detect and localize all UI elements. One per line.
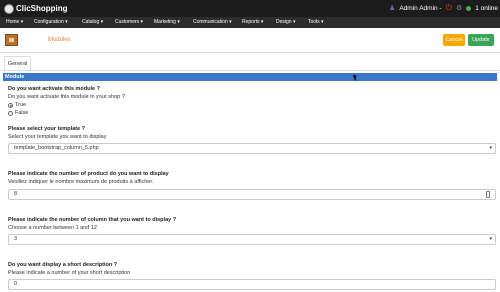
- products-input-value: 8: [14, 191, 18, 197]
- user-icon: ♟: [389, 5, 396, 12]
- calculator-icon: [486, 191, 490, 198]
- nav-catalog[interactable]: Catalog ▾: [82, 19, 103, 25]
- tab-divider: [0, 70, 500, 71]
- page-title: Modules: [48, 37, 71, 43]
- radio-unchecked-icon[interactable]: [8, 110, 13, 116]
- logo-icon: [4, 3, 14, 14]
- radio-false-label: False: [15, 110, 29, 116]
- activate-description: Do you want activate this module in your…: [8, 94, 125, 100]
- nav-reports[interactable]: Reports ▾: [242, 19, 263, 25]
- update-button[interactable]: Update: [468, 34, 494, 46]
- cancel-button[interactable]: Cancel: [443, 34, 465, 46]
- nav-marketing[interactable]: Marketing ▾: [154, 19, 180, 25]
- products-question: Please indicate the number of product do…: [8, 171, 169, 177]
- nav-customers[interactable]: Customers ▾: [115, 19, 143, 25]
- columns-question: Please indicate the number of column tha…: [8, 217, 177, 223]
- online-dot-icon: [466, 5, 472, 11]
- tab-general[interactable]: General: [4, 56, 31, 70]
- section-title: Module: [3, 73, 497, 81]
- products-description: Veuillez indiquer le nombre maximum de p…: [8, 179, 154, 185]
- logo-text: ClicShopping: [16, 4, 68, 13]
- short-desc-input[interactable]: 0: [8, 279, 496, 290]
- radio-checked-icon[interactable]: [8, 102, 13, 108]
- page-header: Modules Cancel Update: [0, 28, 500, 53]
- products-input[interactable]: 8: [8, 189, 496, 200]
- columns-description: Choose a number between 1 and 12: [8, 225, 97, 231]
- template-select-value: template_bootstrap_column_5.php: [14, 145, 99, 151]
- modules-icon: [5, 34, 18, 46]
- template-question: Please select your template ?: [8, 126, 86, 132]
- template-description: Select your template you want to display: [8, 134, 107, 140]
- nav-home[interactable]: Home ▾: [6, 19, 23, 25]
- top-right-area: ♟ Admin Admin - ⏻ ⚙ 1 online: [389, 3, 498, 13]
- nav-tools[interactable]: Tools ▾: [308, 19, 324, 25]
- activate-question: Do you want activate this module ?: [8, 86, 100, 92]
- nav-design[interactable]: Design ▾: [276, 19, 295, 25]
- nav-communication[interactable]: Communication ▾: [193, 19, 232, 25]
- columns-select-value: 3: [14, 236, 18, 242]
- main-nav: Home ▾ Configuration ▾ Catalog ▾ Custome…: [0, 17, 500, 28]
- short-desc-description: Please indicate a number of your short d…: [8, 270, 131, 276]
- power-icon[interactable]: ⏻: [446, 3, 452, 13]
- short-desc-input-value: 0: [14, 281, 18, 287]
- template-select[interactable]: template_bootstrap_column_5.php ▾: [8, 143, 496, 154]
- radio-true-label: True: [15, 102, 27, 108]
- radio-false[interactable]: False: [8, 110, 28, 116]
- chevron-down-icon: ▾: [489, 145, 492, 151]
- user-label[interactable]: Admin Admin -: [399, 5, 441, 12]
- online-label: 1 online: [475, 4, 498, 12]
- short-desc-question: Do you want display a short description …: [8, 262, 118, 268]
- top-bar: ClicShopping ♟ Admin Admin - ⏻ ⚙ 1 onlin…: [0, 0, 500, 17]
- nav-configuration[interactable]: Configuration ▾: [34, 19, 68, 25]
- columns-select[interactable]: 3 ▾: [8, 234, 496, 245]
- logo[interactable]: ClicShopping: [4, 2, 68, 15]
- radio-true[interactable]: True: [8, 102, 26, 108]
- gear-icon[interactable]: ⚙: [456, 4, 462, 12]
- chevron-down-icon: ▾: [489, 236, 492, 242]
